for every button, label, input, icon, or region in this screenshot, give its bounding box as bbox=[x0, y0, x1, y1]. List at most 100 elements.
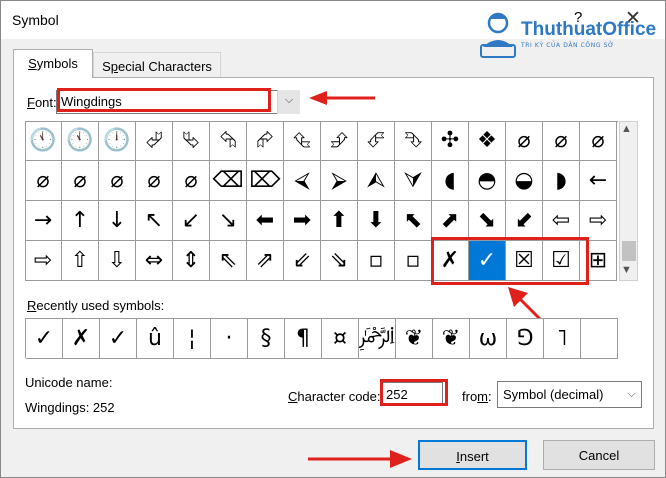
symbol-cell[interactable]: ⮱ bbox=[173, 121, 210, 161]
scroll-thumb[interactable] bbox=[622, 241, 636, 261]
symbol-cell[interactable]: ⇗ bbox=[247, 241, 284, 281]
symbol-dialog: Symbol ? ✕ ThuthuatOffice TRI KỲ CỦA DÂN… bbox=[0, 0, 666, 478]
arrow-right-annotation-icon bbox=[308, 450, 412, 468]
symbol-cell[interactable]: ⇩ bbox=[99, 241, 136, 281]
symbol-cell[interactable]: ▫ bbox=[395, 241, 432, 281]
recent-symbols-grid[interactable]: ✓✗✓û¦·§¶¤﷽❦❦ω⅁˥ bbox=[25, 318, 618, 359]
symbol-cell[interactable]: ⇙ bbox=[284, 241, 321, 281]
dialog-title: Symbol bbox=[12, 12, 59, 28]
symbol-cell[interactable]: ⬆ bbox=[321, 201, 358, 241]
from-label: from: bbox=[462, 389, 492, 404]
symbol-cell[interactable]: ⮴ bbox=[284, 121, 321, 161]
symbol-cell[interactable]: ⌀ bbox=[580, 121, 617, 161]
recent-symbol-cell[interactable]: ¶ bbox=[285, 319, 322, 359]
recent-symbol-cell[interactable]: § bbox=[248, 319, 285, 359]
recent-symbol-cell[interactable]: û bbox=[137, 319, 174, 359]
recent-symbol-cell[interactable]: ⅁ bbox=[507, 319, 544, 359]
from-value: Symbol (decimal) bbox=[503, 387, 604, 402]
symbol-cell[interactable]: ⇖ bbox=[210, 241, 247, 281]
character-code-label: Character code: bbox=[288, 389, 381, 404]
font-label: Font: bbox=[27, 95, 57, 110]
symbol-cell[interactable]: ⬇ bbox=[358, 201, 395, 241]
symbol-cell[interactable]: ⌀ bbox=[506, 121, 543, 161]
symbol-cell[interactable]: ◗ bbox=[543, 161, 580, 201]
symbol-cell[interactable]: ← bbox=[580, 161, 617, 201]
unicode-name-value: Wingdings: 252 bbox=[25, 400, 115, 415]
symbol-cell[interactable]: ⮙ bbox=[358, 161, 395, 201]
symbol-cell[interactable]: ✣ bbox=[432, 121, 469, 161]
symbol-cell[interactable]: ⮵ bbox=[321, 121, 358, 161]
recent-symbol-cell[interactable]: ¦ bbox=[174, 319, 211, 359]
symbol-cell[interactable]: ❖ bbox=[469, 121, 506, 161]
symbol-cell[interactable]: ⇘ bbox=[321, 241, 358, 281]
symbol-cell[interactable]: ⇧ bbox=[62, 241, 99, 281]
recent-symbol-cell[interactable]: ✓ bbox=[100, 319, 137, 359]
symbol-cell[interactable]: ⮚ bbox=[321, 161, 358, 201]
symbol-cell[interactable]: ⮘ bbox=[284, 161, 321, 201]
recent-symbol-cell[interactable]: ﷽ bbox=[359, 319, 396, 359]
logo-tagline: TRI KỲ CỦA DÂN CÔNG SỞ bbox=[521, 42, 615, 49]
symbol-cell[interactable]: ◖ bbox=[432, 161, 469, 201]
symbol-cell[interactable]: ⇕ bbox=[173, 241, 210, 281]
symbol-cell[interactable]: ⬋ bbox=[506, 201, 543, 241]
arrow-left-annotation-icon bbox=[309, 91, 375, 105]
recent-symbol-cell[interactable]: · bbox=[211, 319, 248, 359]
symbol-cell[interactable]: 🕚 bbox=[62, 121, 99, 161]
symbol-cell[interactable]: ↓ bbox=[99, 201, 136, 241]
symbol-cell[interactable]: ⮲ bbox=[210, 121, 247, 161]
recent-symbols-label: Recently used symbols: bbox=[27, 298, 165, 313]
symbol-cell[interactable]: ⌀ bbox=[25, 161, 62, 201]
symbol-cell[interactable]: ↑ bbox=[62, 201, 99, 241]
recent-symbol-cell[interactable]: ¤ bbox=[322, 319, 359, 359]
symbol-cell[interactable]: ⌀ bbox=[173, 161, 210, 201]
symbol-cell[interactable]: ⇔ bbox=[136, 241, 173, 281]
scroll-up-icon[interactable]: ▲ bbox=[621, 123, 632, 135]
symbol-cell[interactable]: ⌀ bbox=[543, 121, 580, 161]
symbol-cell[interactable]: ⌀ bbox=[99, 161, 136, 201]
scroll-down-icon[interactable]: ▼ bbox=[621, 264, 632, 276]
symbol-cell[interactable]: ⬊ bbox=[469, 201, 506, 241]
recent-symbol-cell[interactable]: ❦ bbox=[396, 319, 433, 359]
symbol-cell[interactable]: ⬉ bbox=[395, 201, 432, 241]
symbol-cell[interactable]: ↖ bbox=[136, 201, 173, 241]
recent-symbol-cell[interactable]: ✓ bbox=[26, 319, 63, 359]
symbol-cell[interactable]: ⌀ bbox=[136, 161, 173, 201]
character-code-highlight-box bbox=[380, 379, 448, 406]
logo-text: ThuthuatOffice bbox=[521, 19, 657, 40]
cancel-button[interactable]: Cancel bbox=[543, 440, 655, 470]
symbol-cell[interactable]: ⮛ bbox=[395, 161, 432, 201]
symbol-cell[interactable]: ⬈ bbox=[432, 201, 469, 241]
symbol-cell[interactable]: ⬅ bbox=[247, 201, 284, 241]
tab-symbols[interactable]: Symbols bbox=[13, 49, 93, 78]
checkmark-highlight-box bbox=[431, 237, 589, 285]
recent-symbol-cell[interactable]: ✗ bbox=[63, 319, 100, 359]
symbol-cell[interactable]: ⇨ bbox=[25, 241, 62, 281]
symbol-cell[interactable]: ⇦ bbox=[543, 201, 580, 241]
recent-symbol-cell[interactable] bbox=[581, 319, 618, 359]
symbol-cell[interactable]: ⮷ bbox=[395, 121, 432, 161]
symbol-cell[interactable]: ⮰ bbox=[136, 121, 173, 161]
tab-special-characters[interactable]: Special Characters bbox=[93, 52, 221, 79]
symbol-cell[interactable]: ➡ bbox=[284, 201, 321, 241]
from-dropdown-arrow[interactable]: ⌵ bbox=[621, 381, 642, 408]
recent-symbol-cell[interactable]: ❦ bbox=[433, 319, 470, 359]
font-dropdown-arrow[interactable]: ⌵ bbox=[277, 90, 300, 114]
recent-symbol-cell[interactable]: ω bbox=[470, 319, 507, 359]
symbol-cell[interactable]: ▫ bbox=[358, 241, 395, 281]
insert-button[interactable]: Insert bbox=[418, 440, 527, 470]
font-highlight-box bbox=[57, 88, 271, 112]
symbol-cell[interactable]: ⮶ bbox=[358, 121, 395, 161]
recent-symbol-cell[interactable]: ˥ bbox=[544, 319, 581, 359]
symbol-cell[interactable]: ⌦ bbox=[247, 161, 284, 201]
symbol-cell[interactable]: ⌫ bbox=[210, 161, 247, 201]
symbol-cell[interactable]: 🕚 bbox=[25, 121, 62, 161]
symbol-cell[interactable]: → bbox=[25, 201, 62, 241]
symbol-cell[interactable]: ↘ bbox=[210, 201, 247, 241]
symbol-cell[interactable]: ↙ bbox=[173, 201, 210, 241]
symbol-cell[interactable]: ⮳ bbox=[247, 121, 284, 161]
symbol-cell[interactable]: ◓ bbox=[469, 161, 506, 201]
symbol-cell[interactable]: ⇨ bbox=[580, 201, 617, 241]
symbol-cell[interactable]: ⌀ bbox=[62, 161, 99, 201]
symbol-cell[interactable]: ◒ bbox=[506, 161, 543, 201]
symbol-cell[interactable]: 🕛 bbox=[99, 121, 136, 161]
